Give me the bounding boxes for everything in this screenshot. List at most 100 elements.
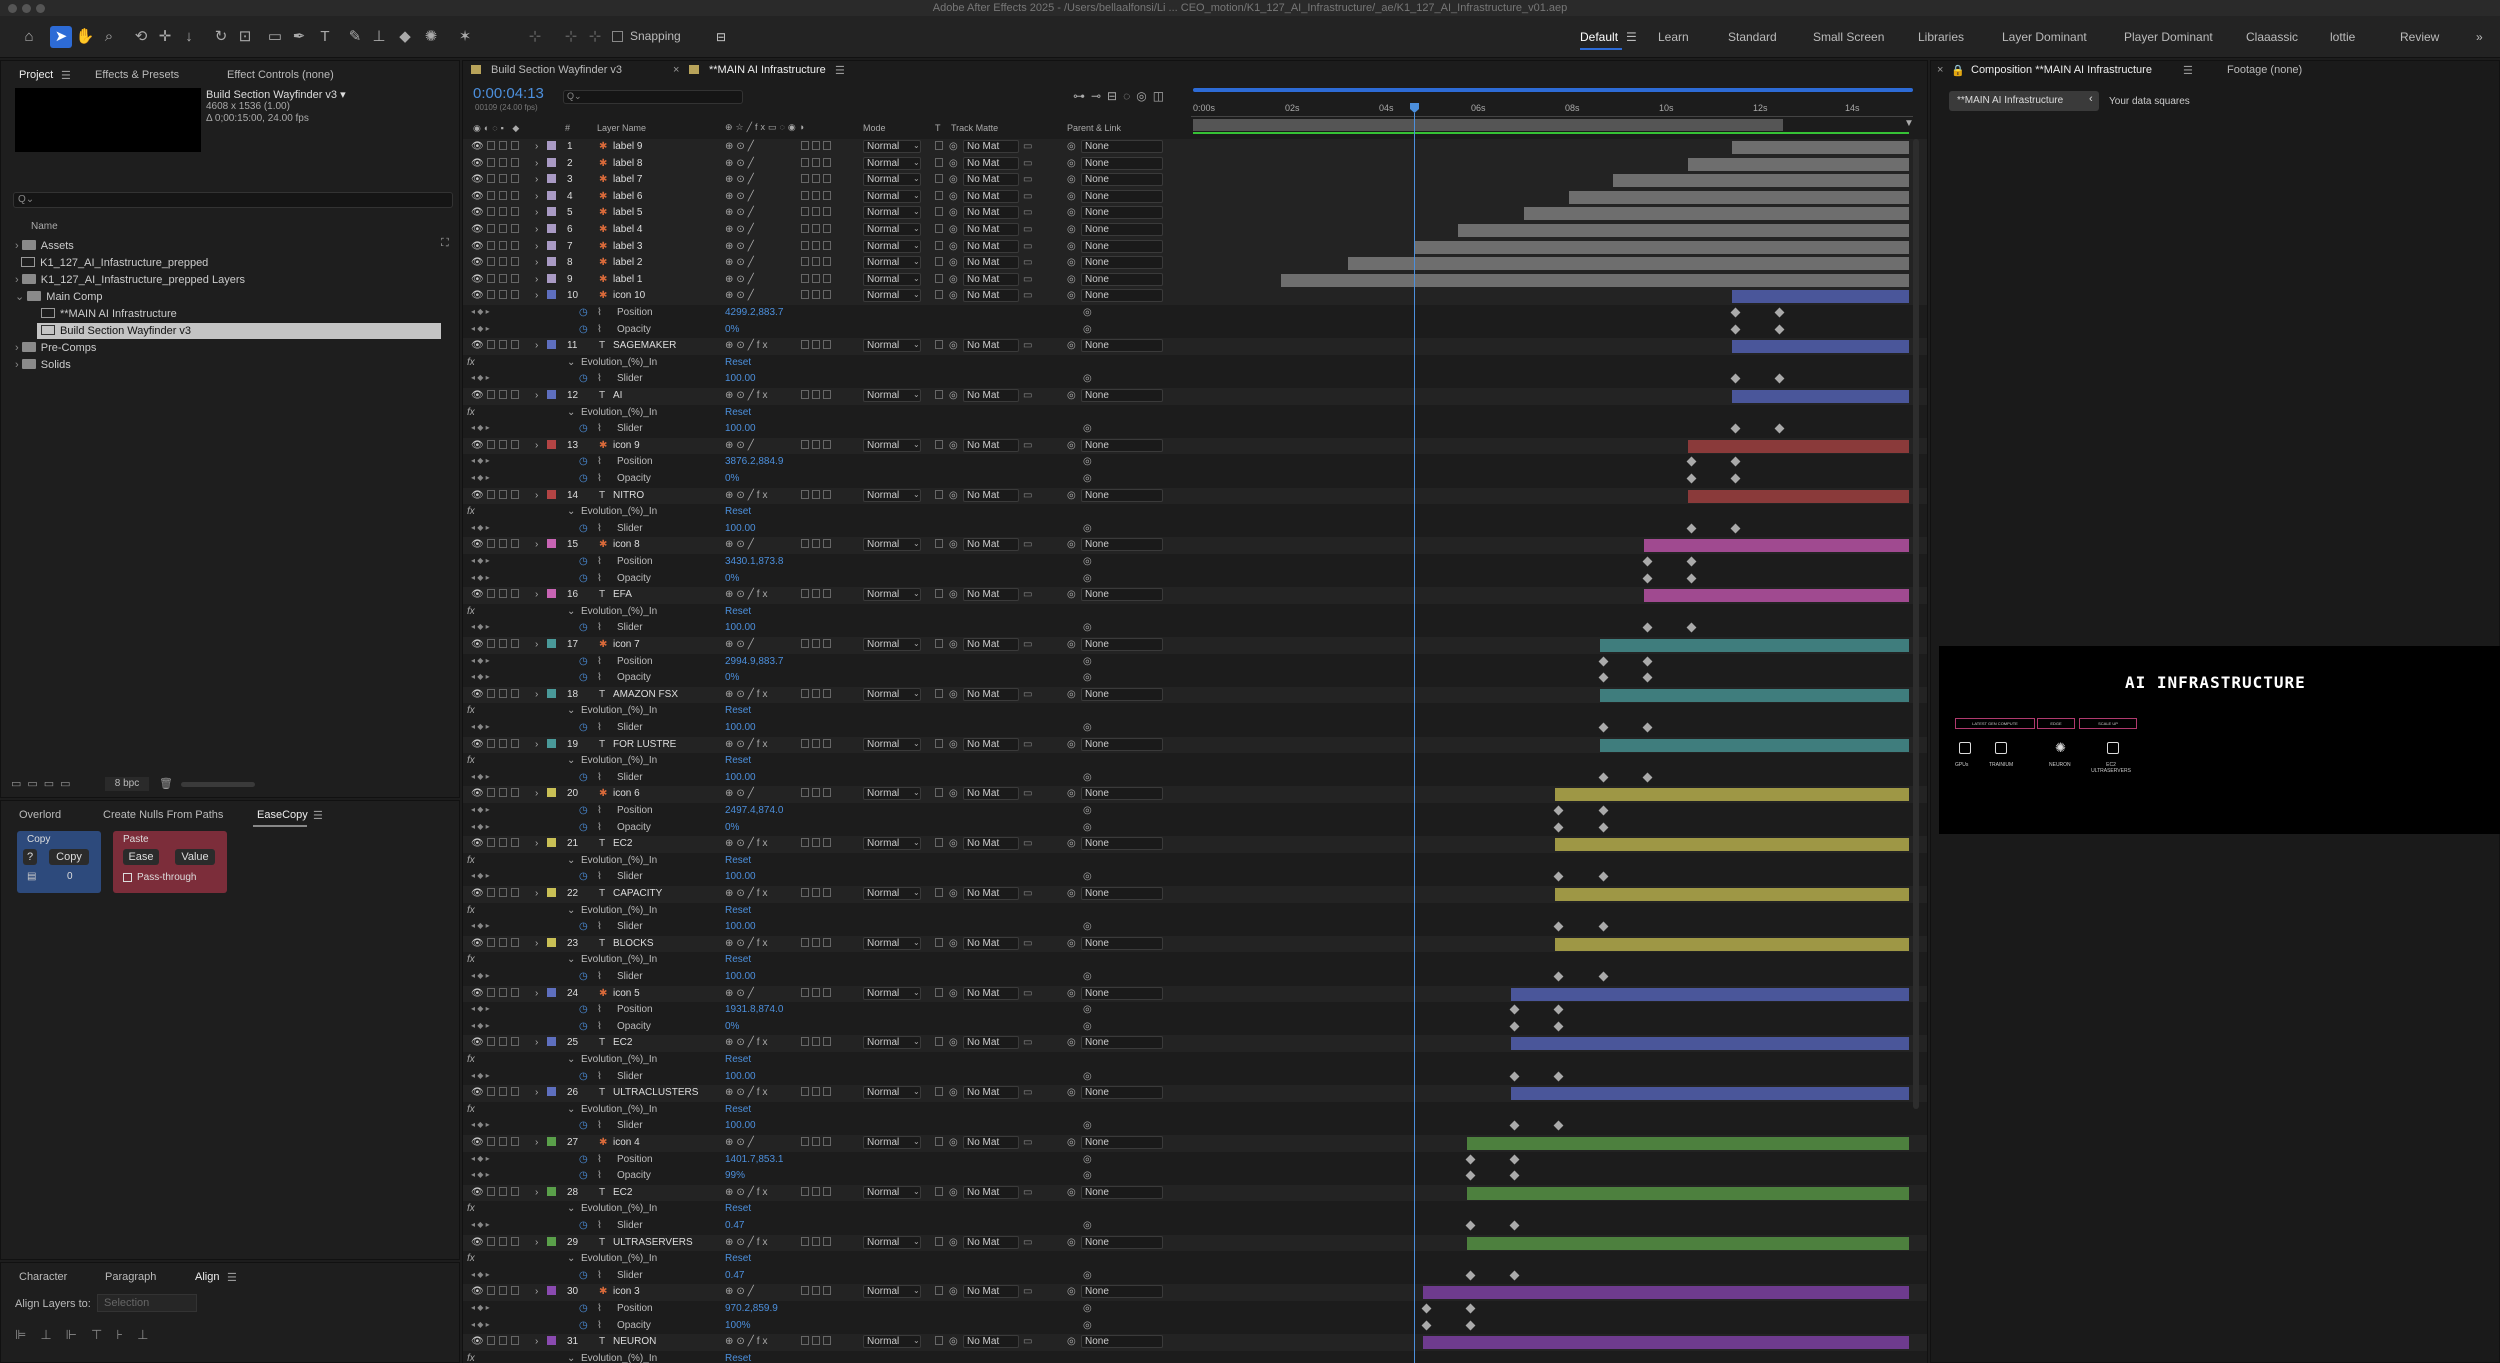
reset-link[interactable]: Reset: [725, 905, 751, 916]
passthrough-checkbox[interactable]: [123, 873, 132, 882]
keyframe-nav-icon[interactable]: ◂ ◆ ▸: [471, 423, 490, 432]
motion-blur-switch[interactable]: [801, 639, 831, 650]
effect-row[interactable]: fx ⌄ Evolution_(%)_In Reset: [463, 1201, 1927, 1218]
solo-switch[interactable]: [499, 240, 507, 252]
stopwatch-icon[interactable]: ◷: [579, 822, 588, 833]
property-row[interactable]: ◂ ◆ ▸ ◷ ⌇ Opacity 0% ◎: [463, 670, 1927, 687]
reset-link[interactable]: Reset: [725, 506, 751, 517]
motion-blur-switch[interactable]: [801, 1137, 831, 1148]
lock-switch[interactable]: [511, 174, 519, 185]
track-matte-select[interactable]: No Mat: [963, 140, 1019, 153]
visibility-eye-icon[interactable]: 👁: [471, 1137, 484, 1148]
keyframe-marker[interactable]: [1509, 1220, 1520, 1231]
parent-pickwhip-icon[interactable]: ◎: [1067, 390, 1076, 401]
layer-duration-bar[interactable]: [1422, 1286, 1909, 1300]
snapping-checkbox[interactable]: [612, 31, 623, 42]
track-matte-pickwhip-icon[interactable]: ◎: [949, 888, 958, 899]
keyframe-nav-icon[interactable]: ◂ ◆ ▸: [471, 622, 490, 631]
project-flowchart-icon[interactable]: ⛶: [441, 237, 449, 250]
graph-icon[interactable]: ⌇: [597, 423, 602, 434]
property-value[interactable]: 0%: [725, 324, 739, 335]
keyframe-nav-icon[interactable]: ◂ ◆ ▸: [471, 921, 490, 930]
tab-easecopy[interactable]: EaseCopy: [257, 809, 308, 821]
track-matte-select[interactable]: No Mat: [963, 936, 1019, 950]
matte-invert-icon[interactable]: ▭: [1023, 1037, 1032, 1048]
project-item-assets[interactable]: › Assets: [15, 238, 74, 254]
keyframe-marker[interactable]: [1730, 373, 1741, 384]
project-item-main-ai[interactable]: **MAIN AI Infrastructure: [41, 306, 177, 322]
layer-name[interactable]: icon 10: [613, 290, 645, 301]
minimize-window-icon[interactable]: [22, 4, 31, 13]
expand-arrow-icon[interactable]: ›: [535, 290, 538, 301]
stopwatch-icon[interactable]: ◷: [579, 556, 588, 567]
lock-switch[interactable]: [511, 157, 519, 169]
preserve-transparency[interactable]: [935, 1137, 943, 1148]
expand-arrow-icon[interactable]: ›: [535, 888, 538, 899]
bit-depth-button[interactable]: 8 bpc: [105, 777, 149, 791]
solo-switch[interactable]: [499, 273, 507, 285]
track-matte-select[interactable]: No Mat: [963, 538, 1019, 552]
audio-switch[interactable]: [487, 224, 495, 235]
matte-invert-icon[interactable]: ▭: [1023, 1087, 1032, 1098]
preserve-transparency[interactable]: [935, 539, 943, 550]
layer-row[interactable]: 👁 › 28 T EC2 ⊕⊙╱fx Normal ⌄ ◎ No Mat ▭ ◎ None: [463, 1184, 1927, 1202]
keyframe-marker[interactable]: [1598, 656, 1609, 667]
solo-switch[interactable]: [499, 589, 507, 600]
property-row[interactable]: ◂ ◆ ▸ ◷ ⌇ Slider 100.00 ◎: [463, 421, 1927, 438]
keyframe-marker[interactable]: [1509, 1170, 1520, 1181]
layer-row[interactable]: 👁 › 19 T FOR LUSTRE ⊕⊙╱fx Normal ⌄ ◎ No Mat ▭ ◎ Non…: [463, 736, 1927, 754]
layer-name[interactable]: EC2: [613, 1187, 632, 1198]
preserve-transparency[interactable]: [935, 240, 943, 252]
property-value[interactable]: 1401.7,853.1: [725, 1154, 783, 1165]
lock-switch[interactable]: [511, 273, 519, 285]
expand-arrow-icon[interactable]: ›: [535, 689, 538, 700]
track-matte-pickwhip-icon[interactable]: ◎: [949, 788, 958, 799]
layer-duration-bar[interactable]: [1555, 937, 1909, 951]
matte-invert-icon[interactable]: ▭: [1023, 290, 1032, 301]
keyframe-marker[interactable]: [1686, 622, 1697, 633]
thumbnail-slider[interactable]: [181, 782, 255, 787]
layer-row[interactable]: 👁 › 2 ✱ label 8 ⊕⊙╱ Normal ⌄ ◎ No Mat ▭ ◎ None: [463, 155, 1927, 173]
motion-blur-switch[interactable]: [801, 987, 831, 999]
timeline-switch-icons[interactable]: ⊶⊸⊟◌◎◫: [1073, 89, 1170, 103]
track-matte-pickwhip-icon[interactable]: ◎: [949, 440, 958, 451]
label-color-swatch[interactable]: [547, 489, 556, 499]
keyframe-marker[interactable]: [1730, 324, 1741, 335]
motion-blur-switch[interactable]: [801, 1037, 831, 1048]
matte-invert-icon[interactable]: ▭: [1023, 490, 1032, 501]
lock-switch[interactable]: [511, 1186, 519, 1198]
snap-options-icon[interactable]: ⊟: [710, 26, 732, 48]
property-pickwhip-icon[interactable]: ◎: [1083, 423, 1092, 434]
property-pickwhip-icon[interactable]: ◎: [1083, 1303, 1092, 1314]
solo-switch[interactable]: [499, 207, 507, 218]
audio-switch[interactable]: [487, 1087, 495, 1098]
track-matte-select[interactable]: No Mat: [963, 438, 1019, 452]
visibility-eye-icon[interactable]: 👁: [471, 1087, 484, 1098]
tab-footage[interactable]: Footage (none): [2227, 64, 2302, 76]
solo-switch[interactable]: [499, 539, 507, 550]
keyframe-marker[interactable]: [1730, 423, 1741, 434]
expand-arrow-icon[interactable]: ›: [535, 440, 538, 451]
audio-switch[interactable]: [487, 240, 495, 252]
layer-name[interactable]: icon 3: [613, 1286, 640, 1297]
track-matte-pickwhip-icon[interactable]: ◎: [949, 1037, 958, 1048]
motion-blur-switch[interactable]: [801, 174, 831, 185]
value-button[interactable]: Value: [175, 849, 215, 865]
layer-row[interactable]: 👁 › 6 ✱ label 4 ⊕⊙╱ Normal ⌄ ◎ No Mat ▭ ◎ None: [463, 222, 1927, 239]
property-pickwhip-icon[interactable]: ◎: [1083, 805, 1092, 816]
solo-switch[interactable]: [499, 639, 507, 650]
layer-name[interactable]: icon 6: [613, 788, 640, 799]
stopwatch-icon[interactable]: ◷: [579, 1071, 588, 1082]
motion-blur-switch[interactable]: [801, 937, 831, 949]
property-pickwhip-icon[interactable]: ◎: [1083, 822, 1092, 833]
stopwatch-icon[interactable]: ◷: [579, 622, 588, 633]
track-matte-pickwhip-icon[interactable]: ◎: [949, 1237, 958, 1248]
graph-icon[interactable]: ⌇: [597, 672, 602, 683]
project-item-prepped[interactable]: K1_127_AI_Infastructure_prepped: [15, 255, 208, 271]
layer-duration-bar[interactable]: [1555, 838, 1909, 852]
track-matte-select[interactable]: No Mat: [963, 588, 1019, 602]
layer-row[interactable]: 👁 › 12 T AI ⊕⊙╱fx Normal ⌄ ◎ No Mat ▭ ◎ None: [463, 388, 1927, 405]
property-value[interactable]: 100.00: [725, 772, 756, 783]
work-area-navigator[interactable]: [1193, 88, 1913, 92]
property-value[interactable]: 2994.9,883.7: [725, 656, 783, 667]
